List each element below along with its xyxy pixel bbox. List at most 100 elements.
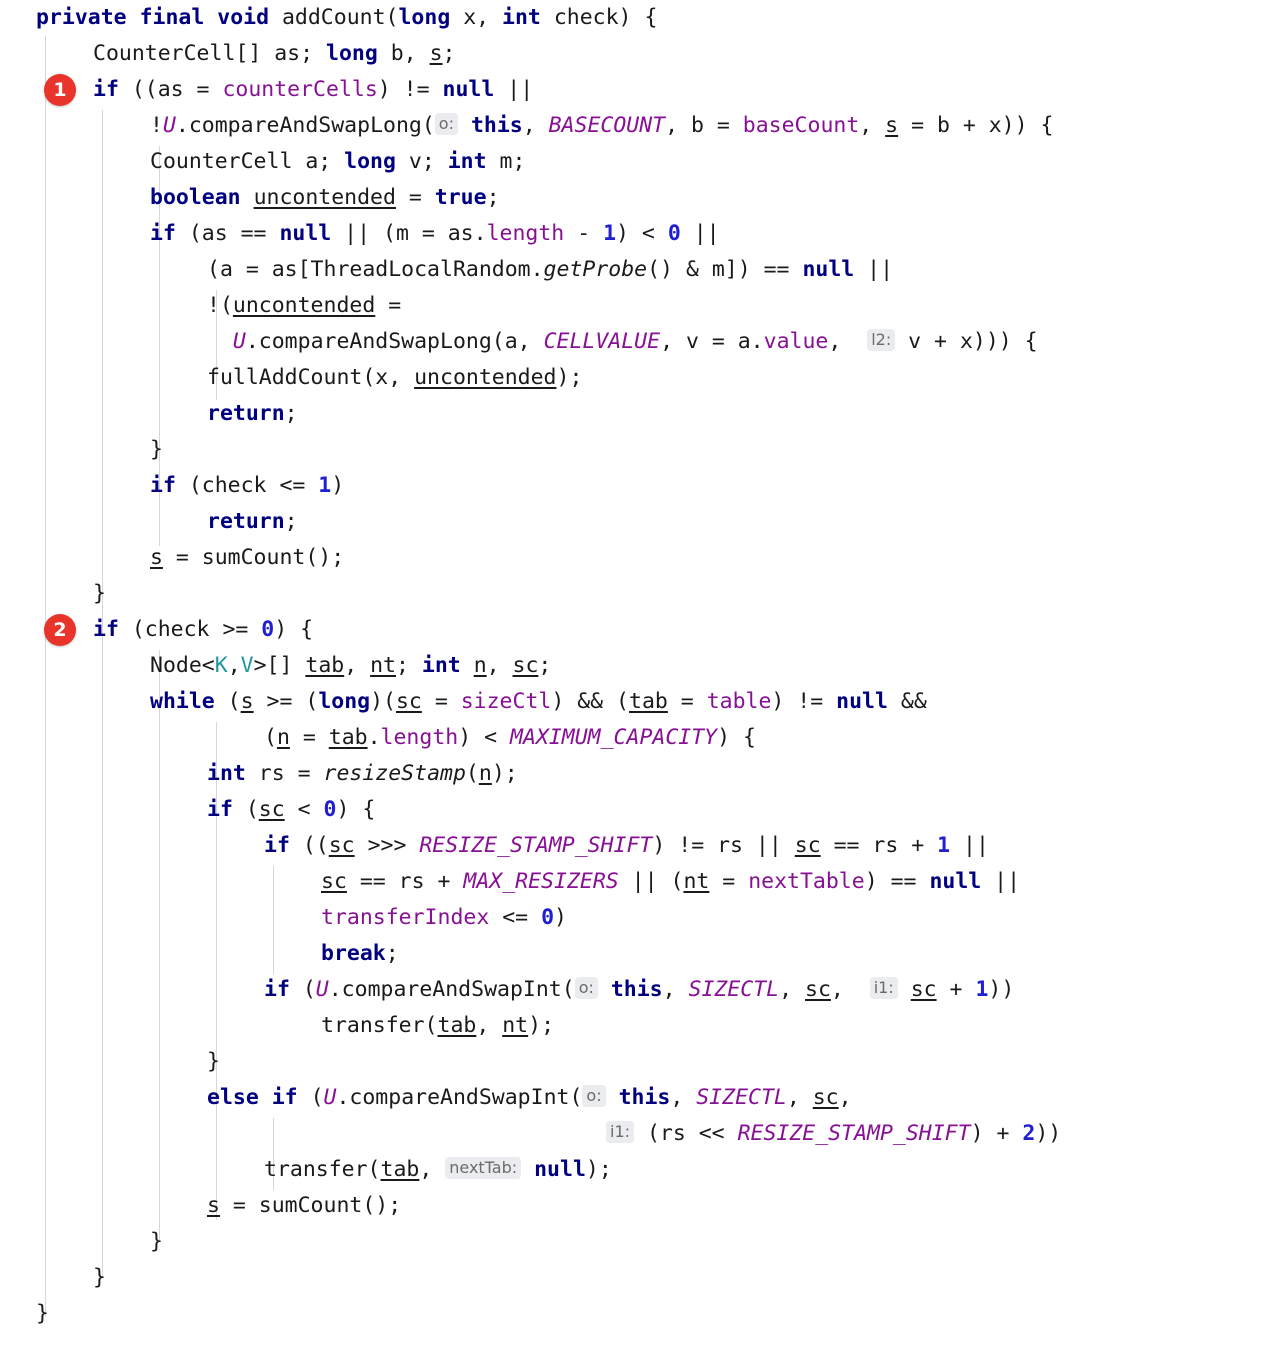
code-token-statfld: MAX_RESIZERS <box>463 869 619 894</box>
code-line[interactable]: } <box>0 1296 1061 1332</box>
code-token-localv: uncontended <box>253 185 396 210</box>
code-token-num: 1 <box>318 473 332 498</box>
code-line[interactable]: if ((as = counterCells) != null || <box>0 72 1061 108</box>
code-token-localv: sc <box>794 833 821 858</box>
code-token-plain: ) < <box>616 221 668 246</box>
code-token-field: nextTable <box>748 869 865 894</box>
code-token-localv: sc <box>910 977 937 1002</box>
inlay-parameter-hint[interactable]: o: <box>434 113 458 135</box>
code-editor-surface[interactable]: private final void addCount(long x, int … <box>0 0 1280 1358</box>
callout-badge-2[interactable]: 2 <box>44 614 76 646</box>
inlay-parameter-hint[interactable]: o: <box>582 1085 606 1107</box>
code-token-plain: , <box>670 1085 697 1110</box>
code-token-localv: sc <box>258 797 285 822</box>
code-line[interactable]: transferIndex <= 0) <box>0 900 1061 936</box>
code-token-localv: s <box>885 113 899 138</box>
code-line[interactable]: Node<K,V>[] tab, nt; int n, sc; <box>0 648 1061 684</box>
code-token-cls: U <box>323 1085 337 1110</box>
code-line[interactable]: } <box>0 576 1061 612</box>
code-line[interactable]: } <box>0 1260 1061 1296</box>
code-token-plain: ) <box>554 905 567 930</box>
code-line[interactable]: !U.compareAndSwapLong(o: this, BASECOUNT… <box>0 108 1061 144</box>
code-line[interactable]: !(uncontended = <box>0 288 1061 324</box>
code-token-plain: ( <box>289 977 316 1002</box>
code-token-plain: CounterCell[] as; <box>93 41 326 66</box>
code-token-plain: ; <box>385 941 399 966</box>
code-line[interactable]: if ((sc >>> RESIZE_STAMP_SHIFT) != rs ||… <box>0 828 1061 864</box>
code-line[interactable]: int rs = resizeStamp(n); <box>0 756 1061 792</box>
code-token-plain: v + x))) { <box>895 329 1038 354</box>
code-token-plain: ) == <box>864 869 930 894</box>
code-token-statmth: getProbe <box>543 257 648 282</box>
inlay-parameter-hint[interactable]: i1: <box>869 977 898 999</box>
code-token-plain: check) { <box>540 5 658 30</box>
code-token-plain: (a = as[ThreadLocalRandom. <box>207 257 544 282</box>
code-line[interactable]: (n = tab.length) < MAXIMUM_CAPACITY) { <box>0 720 1061 756</box>
code-token-plain: , <box>522 113 549 138</box>
code-token-plain: } <box>93 1265 106 1290</box>
code-token-plain: (check >= <box>118 617 262 642</box>
code-token-kw: null <box>802 257 855 282</box>
code-line[interactable]: if (check >= 0) { <box>0 612 1061 648</box>
inlay-parameter-hint[interactable]: o: <box>574 977 598 999</box>
code-token-plain: = sumCount(); <box>219 1193 402 1218</box>
code-token-localv: sc <box>512 653 539 678</box>
code-token-plain: Node< <box>150 653 215 678</box>
code-line[interactable]: (a = as[ThreadLocalRandom.getProbe() & m… <box>0 252 1061 288</box>
code-line[interactable]: if (check <= 1) <box>0 468 1061 504</box>
code-line[interactable]: return; <box>0 504 1061 540</box>
code-token-localv: tab <box>328 725 368 750</box>
code-line[interactable]: if (U.compareAndSwapInt(o: this, SIZECTL… <box>0 972 1061 1008</box>
code-line[interactable]: s = sumCount(); <box>0 1188 1061 1224</box>
code-line[interactable]: i1: (rs << RESIZE_STAMP_SHIFT) + 2)) <box>0 1116 1061 1152</box>
code-line[interactable]: return; <box>0 396 1061 432</box>
code-line[interactable]: s = sumCount(); <box>0 540 1061 576</box>
code-token-localv: tab <box>437 1013 477 1038</box>
code-token-localv: uncontended <box>232 293 376 318</box>
code-token-kw: if <box>93 77 119 102</box>
code-line[interactable]: } <box>0 432 1061 468</box>
code-line[interactable]: CounterCell a; long v; int m; <box>0 144 1061 180</box>
code-line[interactable]: } <box>0 1044 1061 1080</box>
code-line[interactable]: private final void addCount(long x, int … <box>0 0 1061 36</box>
callout-badge-1[interactable]: 1 <box>44 74 76 106</box>
code-token-plain: , <box>838 1085 852 1110</box>
code-token-kw: private <box>36 5 127 30</box>
code-line[interactable]: if (sc < 0) { <box>0 792 1061 828</box>
code-token-plain: || ( <box>618 869 684 894</box>
inlay-parameter-hint[interactable]: l2: <box>867 329 896 351</box>
code-line[interactable]: fullAddCount(x, uncontended); <box>0 360 1061 396</box>
code-token-plain: + <box>936 977 976 1002</box>
inlay-parameter-hint[interactable]: nextTab: <box>445 1157 522 1179</box>
code-token-plain: , <box>830 977 870 1002</box>
inlay-parameter-hint[interactable]: i1: <box>606 1121 635 1143</box>
code-line[interactable]: sc == rs + MAX_RESIZERS || (nt = nextTab… <box>0 864 1061 900</box>
code-token-cls: U <box>162 113 176 138</box>
code-token-plain: ) != <box>377 77 443 102</box>
code-line[interactable]: U.compareAndSwapLong(a, CELLVALUE, v = a… <box>0 324 1061 360</box>
code-line[interactable]: } <box>0 1224 1061 1260</box>
code-token-kw: else <box>207 1085 259 1110</box>
code-line[interactable]: CounterCell[] as; long b, s; <box>0 36 1061 72</box>
code-token-cls: U <box>232 329 246 354</box>
code-token-kw: long <box>326 41 378 66</box>
code-line[interactable]: break; <box>0 936 1061 972</box>
code-token-plain: ) { <box>274 617 314 642</box>
code-token-kw: null <box>534 1157 586 1182</box>
code-token-plain: ( <box>264 725 277 750</box>
code-token-plain: v; <box>395 149 448 174</box>
code-token-plain: , <box>859 113 886 138</box>
source-code-listing[interactable]: private final void addCount(long x, int … <box>0 0 1061 1332</box>
code-line[interactable]: while (s >= (long)(sc = sizeCtl) && (tab… <box>0 684 1061 720</box>
code-line[interactable]: if (as == null || (m = as.length - 1) < … <box>0 216 1061 252</box>
code-line[interactable]: transfer(tab, nextTab: null); <box>0 1152 1061 1188</box>
code-token-localv: n <box>276 725 290 750</box>
code-token-plain: , <box>227 653 241 678</box>
code-token-plain: || <box>854 257 894 282</box>
code-line[interactable]: boolean uncontended = true; <box>0 180 1061 216</box>
code-line[interactable]: transfer(tab, nt); <box>0 1008 1061 1044</box>
code-token-plain: , <box>662 977 689 1002</box>
code-line[interactable]: else if (U.compareAndSwapInt(o: this, SI… <box>0 1080 1061 1116</box>
code-token-plain: ; <box>442 41 456 66</box>
code-token-plain: <= <box>489 905 542 930</box>
